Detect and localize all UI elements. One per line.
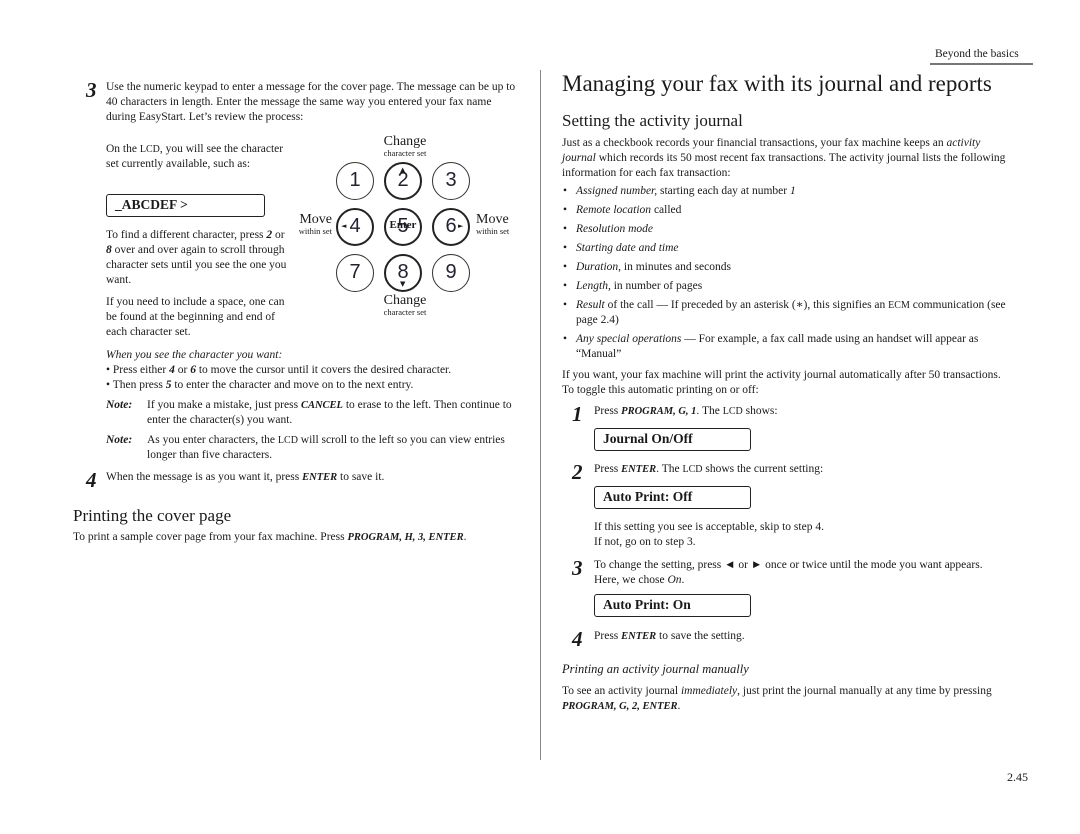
note-label: Note: <box>106 434 133 446</box>
bullet-item: • Press either 4 or 6 to move the cursor… <box>106 364 452 376</box>
lcd-display: _ABCDEF > <box>106 194 265 217</box>
lcd-display: Auto Print: Off <box>594 486 751 509</box>
lcd-display: Journal On/Off <box>594 428 751 451</box>
step-number: 1 <box>572 402 583 426</box>
step2-text: Press ENTER. The LCD shows the current s… <box>594 463 824 475</box>
acceptable-text: If this setting you see is acceptable, s… <box>594 521 824 533</box>
section-heading: Setting the activity journal <box>562 111 743 130</box>
move-sublabel-right: within set <box>476 226 510 236</box>
space-note: If you need to include a space, one can … <box>106 296 285 338</box>
step-number: 4 <box>572 627 583 651</box>
step-number: 3 <box>572 556 583 580</box>
key-7: 7 <box>336 254 374 292</box>
move-label-left: Move <box>299 212 332 227</box>
manual-text: To see an activity journal immediately, … <box>562 685 992 712</box>
move-sublabel-left: within set <box>298 226 332 236</box>
right-arrow-icon: ► <box>458 222 464 230</box>
change-label-bottom: Change <box>383 293 427 308</box>
page-number: 2.45 <box>1007 770 1028 784</box>
cover-page-text: To print a sample cover page from your f… <box>73 531 467 543</box>
list-item: Length, in number of pages <box>562 279 1012 294</box>
change-sublabel-bottom: character set <box>383 307 427 317</box>
move-label-right: Move <box>476 212 509 227</box>
list-item: Remote location called <box>562 203 1012 218</box>
intro-paragraph: Just as a checkbook records your financi… <box>562 137 1006 179</box>
list-item: Duration, in minutes and seconds <box>562 260 1012 275</box>
column-divider <box>540 70 541 760</box>
text: On the <box>106 143 140 155</box>
bullet-item: • Then press 5 to enter the character an… <box>106 379 414 391</box>
step3-text: Use the numeric keypad to enter a messag… <box>106 81 516 123</box>
left-arrow-icon: ◄ <box>341 222 347 230</box>
lcd-term: LCD <box>139 144 160 155</box>
list-item: Starting date and time <box>562 241 1012 256</box>
note-text: If you make a mistake, just press CANCEL… <box>147 399 512 426</box>
manual-heading: Printing an activity journal manually <box>562 662 749 676</box>
step-number: 2 <box>572 460 583 484</box>
list-item: Result of the call — If preceded by an a… <box>562 298 1012 328</box>
cover-page-heading: Printing the cover page <box>73 506 232 525</box>
lcd-intro: On the LCD, you will see the character s… <box>106 142 291 172</box>
key-3: 3 <box>432 162 470 200</box>
key-1: 1 <box>336 162 374 200</box>
step4-text: When the message is as you want it, pres… <box>106 471 385 483</box>
find-char-text: To find a different character, press 2 o… <box>106 228 291 288</box>
text: To find a different character, press <box>106 229 267 241</box>
key-6: 6 <box>432 208 470 246</box>
auto-print-paragraph: If you want, your fax machine will print… <box>562 369 1001 396</box>
lcd-display: Auto Print: On <box>594 594 751 617</box>
header-rule <box>930 63 1033 65</box>
step-number: 4 <box>86 468 97 492</box>
page-title: Managing your fax with its journal and r… <box>562 71 992 96</box>
section-header: Beyond the basics <box>935 48 1019 60</box>
list-item: Any special operations — For example, a … <box>562 332 1012 362</box>
note-text: As you enter characters, the LCD will sc… <box>147 434 505 461</box>
when-see-heading: When you see the character you want: <box>106 349 283 361</box>
down-arrow-icon: ▼ <box>400 280 406 288</box>
change-label-top: Change <box>383 134 427 149</box>
text: over and over again to scroll through ch… <box>106 244 287 286</box>
step-number: 3 <box>86 78 97 102</box>
note-label: Note: <box>106 399 133 411</box>
step3-right-text: To change the setting, press ◄ or ► once… <box>594 559 983 586</box>
step1-text: Press PROGRAM, G, 1. The LCD shows: <box>594 405 778 417</box>
journal-fields-list: Assigned number, starting each day at nu… <box>562 184 1012 366</box>
enter-label: Enter <box>389 219 417 231</box>
key-9: 9 <box>432 254 470 292</box>
list-item: Assigned number, starting each day at nu… <box>562 184 1012 199</box>
instruction-bullets: • Press either 4 or 6 to move the cursor… <box>106 363 526 393</box>
step4-right-text: Press ENTER to save the setting. <box>594 630 745 642</box>
if-not-text: If not, go on to step 3. <box>594 536 696 548</box>
list-item: Resolution mode <box>562 222 1012 237</box>
up-arrow-icon: ▲ <box>400 166 406 174</box>
change-sublabel-top: character set <box>383 148 427 158</box>
